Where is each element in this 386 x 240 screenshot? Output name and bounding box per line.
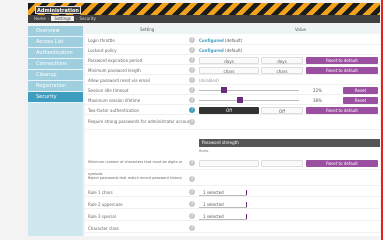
help-icon[interactable]: ? [189, 119, 195, 125]
table-header: Setting Value [85, 26, 380, 34]
table-row: Lockout policy ? Configured (default) [85, 46, 380, 55]
help-icon[interactable]: ? [189, 160, 195, 166]
help-icon[interactable]: ? [189, 107, 195, 113]
default-display: chars [261, 67, 303, 74]
table-row: Minimum number of characters that must b… [85, 156, 380, 176]
value-input[interactable] [199, 160, 259, 167]
field-marker [246, 190, 247, 195]
setting-value-suffix: (default) [225, 38, 243, 43]
default-display: days [261, 57, 303, 64]
reset-button[interactable]: Reset [343, 97, 378, 104]
sidebar-item-cleanup[interactable]: Cleanup [28, 70, 83, 81]
rule-field[interactable] [199, 190, 247, 196]
settings-table: Setting Value Login throttle ? Configure… [85, 26, 380, 236]
column-header-value: Value [295, 27, 306, 32]
help-icon[interactable]: ? [189, 225, 195, 231]
sidebar-item-access-list[interactable]: Access List [28, 37, 83, 48]
reset-button[interactable]: Reset [343, 87, 378, 94]
slider-handle[interactable] [237, 97, 243, 103]
setting-label: Allow password reset via email [88, 78, 150, 83]
help-icon[interactable]: ? [189, 67, 195, 73]
setting-value[interactable]: (disabled) [199, 76, 219, 85]
setting-value[interactable]: Configured (default) [199, 46, 242, 55]
column-header-setting: Setting [140, 27, 155, 32]
help-icon[interactable]: ? [189, 37, 195, 43]
setting-value-suffix: (default) [225, 48, 243, 53]
default-display: Off [261, 107, 303, 114]
timeout-slider[interactable] [199, 87, 299, 93]
help-icon[interactable]: ? [189, 77, 195, 83]
setting-label: Login throttle [88, 38, 115, 43]
brand-logo[interactable]: Administration [35, 6, 81, 14]
breadcrumb-separator-icon: › [75, 16, 78, 21]
sidebar-item-security[interactable]: Security [28, 92, 83, 103]
rule-field[interactable] [199, 214, 247, 220]
slider-value: 38% [313, 98, 322, 103]
toggle-select[interactable]: Off [199, 107, 259, 114]
reset-default-button[interactable]: Reset to default [306, 107, 378, 114]
setting-label: Two-factor authentication [88, 108, 140, 113]
setting-label: Session idle timeout [88, 88, 129, 93]
table-row: Two-factor authentication ? Off Off Rese… [85, 106, 380, 115]
setting-label: Require strong passwords for administrat… [88, 119, 194, 124]
lifetime-slider[interactable] [199, 97, 299, 103]
field-marker [246, 214, 247, 219]
default-display [261, 160, 303, 167]
setting-label: Minimum password length [88, 68, 141, 73]
table-row: Minimum password length ? chars chars Re… [85, 66, 380, 75]
breadcrumb-security[interactable]: Security [79, 16, 95, 21]
breadcrumb: Home › Settings › Security [28, 15, 380, 23]
table-row: Reject passwords that match recent passw… [85, 172, 380, 186]
app-window: Administration Home › Settings › Security Ov… [0, 0, 383, 240]
reset-default-button[interactable]: Reset to default [306, 67, 378, 74]
setting-value-text: Configured [199, 38, 224, 43]
help-icon[interactable]: ? [189, 87, 195, 93]
table-row: Login throttle ? Configured (default) [85, 36, 380, 45]
value-input[interactable]: chars [199, 67, 259, 74]
help-icon[interactable]: ? [189, 57, 195, 63]
help-icon[interactable]: ? [189, 201, 195, 207]
rule-field[interactable] [199, 202, 247, 208]
reset-default-button[interactable]: Reset to default [306, 160, 378, 167]
sidebar-item-registration[interactable]: Registration [28, 81, 83, 92]
setting-value[interactable]: Configured (default) [199, 36, 242, 45]
help-icon[interactable]: ? [189, 189, 195, 195]
help-icon[interactable]: ? [189, 213, 195, 219]
setting-label: Rule 2 uppercase [88, 202, 123, 207]
setting-label: Rule 3 special [88, 214, 116, 219]
table-row: Session idle timeout ? 22% Reset [85, 86, 380, 95]
slider-handle[interactable] [221, 87, 227, 93]
help-icon[interactable]: ? [189, 47, 195, 53]
breadcrumb-home[interactable]: Home [34, 16, 46, 21]
sidebar: Overview Access List Authentication Conn… [28, 26, 83, 236]
setting-label: Maximum session lifetime [88, 98, 141, 103]
section-header: Password strength [199, 139, 380, 147]
breadcrumb-settings[interactable]: Settings [51, 16, 74, 21]
sidebar-item-overview[interactable]: Overview [28, 26, 83, 37]
setting-value-text: Configured [199, 48, 224, 53]
setting-label: Reject passwords that match recent passw… [88, 176, 182, 180]
section-note: Rules [199, 149, 209, 153]
setting-label: Rule 1 chars [88, 190, 113, 195]
table-row: Allow password reset via email ? (disabl… [85, 76, 380, 85]
table-row: Character class ? [85, 224, 380, 233]
sidebar-item-connections[interactable]: Connections [28, 59, 83, 70]
setting-label: Character class [88, 226, 119, 231]
table-row: Maximum session lifetime ? 38% Reset [85, 96, 380, 105]
help-icon[interactable]: ? [189, 176, 195, 182]
table-row: Rule 2 uppercase ? 1 selected [85, 200, 380, 209]
field-marker [246, 202, 247, 207]
help-icon[interactable]: ? [189, 97, 195, 103]
table-row: Rule 3 special ? 1 selected [85, 212, 380, 221]
setting-label: Password expiration period [88, 58, 143, 63]
table-row: Password expiration period ? days days R… [85, 56, 380, 65]
table-row: Require strong passwords for administrat… [85, 116, 380, 130]
slider-value: 22% [313, 88, 322, 93]
setting-label: Lockout policy [88, 48, 117, 53]
reset-default-button[interactable]: Reset to default [306, 57, 378, 64]
breadcrumb-separator-icon: › [47, 16, 50, 21]
table-row: Rule 1 chars ? 1 selected [85, 188, 380, 197]
value-input[interactable]: days [199, 57, 259, 64]
sidebar-item-authentication[interactable]: Authentication [28, 48, 83, 59]
